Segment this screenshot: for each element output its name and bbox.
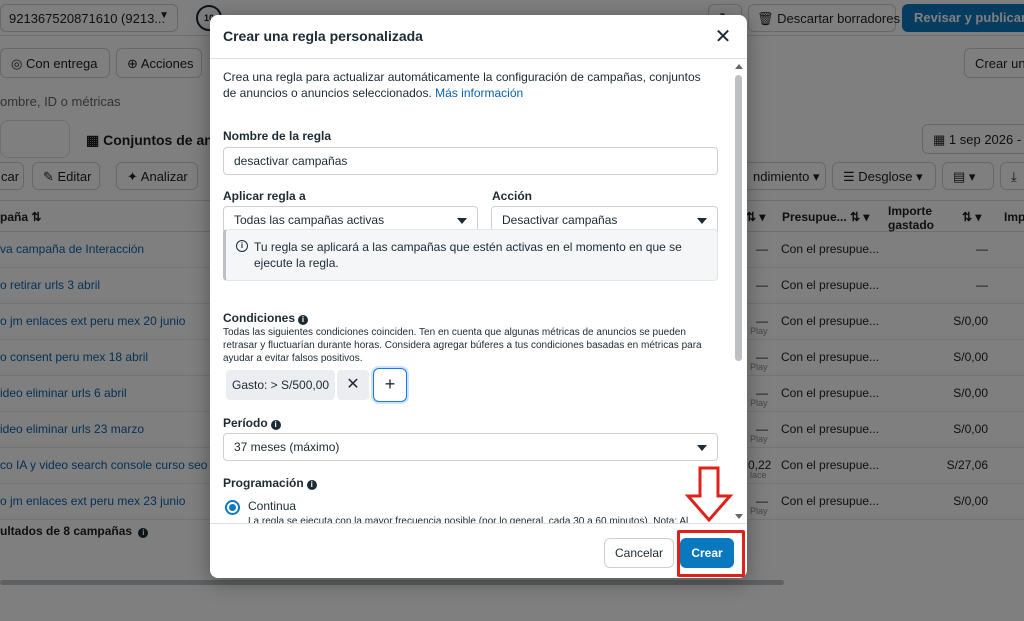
remove-condition-icon[interactable]: ✕ [337, 370, 369, 400]
info-icon[interactable]: i [298, 315, 309, 325]
scroll-up-icon[interactable] [735, 64, 743, 69]
period-select[interactable]: 37 meses (máximo) [223, 433, 718, 461]
apply-to-label: Aplicar regla a [223, 189, 306, 203]
down-arrow-icon [684, 466, 734, 523]
period-label: Período i [223, 416, 281, 430]
info-icon: i [236, 240, 248, 252]
dialog-header: Crear una regla personalizada ✕ [210, 15, 747, 59]
schedule-continuous-radio[interactable] [225, 500, 240, 515]
rule-name-label: Nombre de la regla [223, 129, 332, 143]
conditions-description: Todas las siguientes condiciones coincid… [223, 327, 702, 364]
scroll-thumb[interactable] [735, 75, 742, 361]
learn-more-link[interactable]: Más información [435, 86, 523, 100]
notice-text: Tu regla se aplicará a las campañas que … [254, 240, 682, 270]
intro-text: Crea una regla para actualizar automátic… [223, 69, 703, 101]
info-icon[interactable]: i [306, 480, 317, 490]
plus-icon: + [384, 374, 396, 394]
action-label: Acción [492, 189, 533, 203]
add-condition-button[interactable]: + [373, 368, 407, 402]
schedule-label: Programación i [223, 476, 317, 490]
chevron-down-icon [697, 445, 707, 451]
dialog-scrollbar[interactable] [734, 64, 743, 519]
schedule-description: La regla se ejecuta con la mayor frecuen… [248, 516, 689, 523]
dialog-footer: Cancelar Crear [210, 523, 747, 578]
custom-rule-dialog: Crear una regla personalizada ✕ Crea una… [210, 15, 747, 578]
rule-name-input[interactable]: desactivar campañas [223, 147, 718, 175]
condition-chip[interactable]: Gasto: > S/500,00 [226, 370, 336, 400]
period-label-text: Período [223, 416, 268, 430]
schedule-label-text: Programación [223, 476, 304, 490]
info-notice: i Tu regla se aplicará a las campañas qu… [223, 229, 718, 281]
dialog-body: Crea una regla para actualizar automátic… [210, 60, 747, 523]
conditions-label-text: Condiciones [223, 311, 296, 325]
highlight-box [677, 530, 745, 577]
dialog-title: Crear una regla personalizada [223, 28, 423, 44]
chevron-down-icon [457, 218, 467, 224]
scroll-down-icon[interactable] [735, 514, 743, 519]
schedule-option-label[interactable]: Continua [248, 499, 296, 513]
close-icon[interactable]: ✕ [711, 25, 735, 49]
period-value: 37 meses (máximo) [234, 440, 340, 454]
conditions-label: Condiciones i [223, 311, 309, 325]
cancel-button[interactable]: Cancelar [604, 538, 674, 568]
action-value: Desactivar campañas [502, 213, 618, 227]
chevron-down-icon [697, 218, 707, 224]
apply-to-value: Todas las campañas activas [234, 213, 385, 227]
info-icon[interactable]: i [270, 420, 281, 430]
